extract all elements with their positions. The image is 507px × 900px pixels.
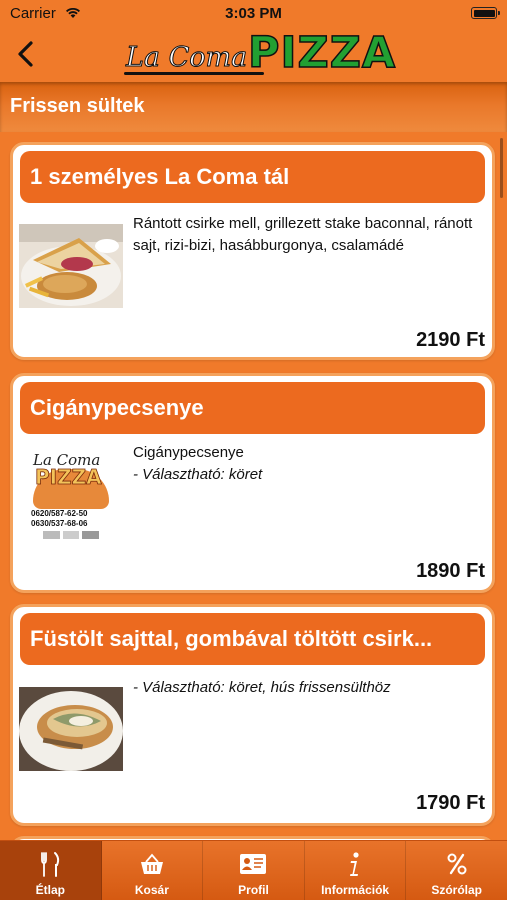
menu-item-description: Cigánypecsenye xyxy=(133,444,244,461)
tab-label: Étlap xyxy=(35,883,65,897)
menu-item-card[interactable]: Cigánypecsenye La Coma PIZZA 0620/587-62… xyxy=(10,373,495,593)
menu-item-placeholder-logo[interactable]: La Coma PIZZA 0620/587-62-50 0630/537-68… xyxy=(19,449,123,549)
menu-item-title-bar: 1 személyes La Coma tál xyxy=(20,151,485,203)
menu-item-title: 1 személyes La Coma tál xyxy=(30,164,290,189)
menu-item-title: Füstölt sajttal, gombával töltött csirk.… xyxy=(30,626,433,651)
tab-label: Szórólap xyxy=(431,883,482,897)
tab-informaciok[interactable]: Információk xyxy=(305,841,407,900)
back-button[interactable] xyxy=(10,36,40,72)
tab-label: Kosár xyxy=(134,883,169,897)
tab-profil[interactable]: Profil xyxy=(203,841,305,900)
tab-label: Információk xyxy=(321,883,390,897)
section-title: Frissen sültek xyxy=(10,95,145,117)
profile-card-icon xyxy=(240,854,267,874)
menu-item-description: Rántott csirke mell, grillezett stake ba… xyxy=(133,215,473,254)
clock: 3:03 PM xyxy=(225,5,282,22)
tab-szorolap[interactable]: Szórólap xyxy=(406,841,507,900)
placeholder-phone-1: 0620/587-62-50 xyxy=(31,509,88,518)
food-photo-icon xyxy=(19,687,123,771)
menu-item-title: Cigánypecsenye xyxy=(30,395,204,420)
tab-etlap[interactable]: Étlap xyxy=(0,841,102,900)
scroll-indicator[interactable] xyxy=(500,138,503,198)
food-photo-icon xyxy=(19,224,123,308)
sponsor-logos xyxy=(43,531,100,539)
logo-script-text: La Coma xyxy=(125,42,248,74)
tab-bar: Étlap Kosár Profil Információk Szórólap xyxy=(0,840,507,900)
info-icon xyxy=(350,852,359,876)
menu-item-image[interactable] xyxy=(19,224,123,308)
fork-knife-icon xyxy=(41,852,60,877)
menu-item-card[interactable]: 1 személyes La Coma tál Rántott csirke m… xyxy=(10,142,495,360)
menu-item-option: - Választható: köret, hús frissensülthöz xyxy=(133,679,391,696)
app-logo: La Coma PIZZA xyxy=(122,27,396,79)
menu-item-image[interactable] xyxy=(19,687,123,771)
menu-item-price: 1890 Ft xyxy=(416,560,485,582)
menu-item-card[interactable]: Füstölt sajttal, gombával töltött csirk.… xyxy=(10,604,495,826)
nav-bar: La Coma PIZZA xyxy=(0,27,507,82)
logo-underline xyxy=(124,72,264,75)
percent-icon xyxy=(447,853,467,875)
tab-label: Profil xyxy=(238,883,269,897)
status-bar: Carrier 3:03 PM xyxy=(0,0,507,28)
battery-icon xyxy=(471,7,500,19)
menu-item-title-bar: Füstölt sajttal, gombával töltött csirk.… xyxy=(20,613,485,665)
menu-item-title-bar: Cigánypecsenye xyxy=(20,382,485,434)
menu-item-price: 1790 Ft xyxy=(416,792,485,814)
logo-pizza-text: PIZZA xyxy=(247,27,397,79)
menu-list[interactable]: 1 személyes La Coma tál Rántott csirke m… xyxy=(0,132,507,840)
menu-item-option: - Választható: köret xyxy=(133,466,263,483)
menu-item-price: 2190 Ft xyxy=(416,329,485,351)
placeholder-phone-2: 0630/537-68-06 xyxy=(31,519,88,528)
tab-kosar[interactable]: Kosár xyxy=(102,841,204,900)
basket-icon xyxy=(140,853,163,874)
placeholder-logo-word: PIZZA xyxy=(35,465,102,490)
section-header: Frissen sültek xyxy=(0,82,507,132)
